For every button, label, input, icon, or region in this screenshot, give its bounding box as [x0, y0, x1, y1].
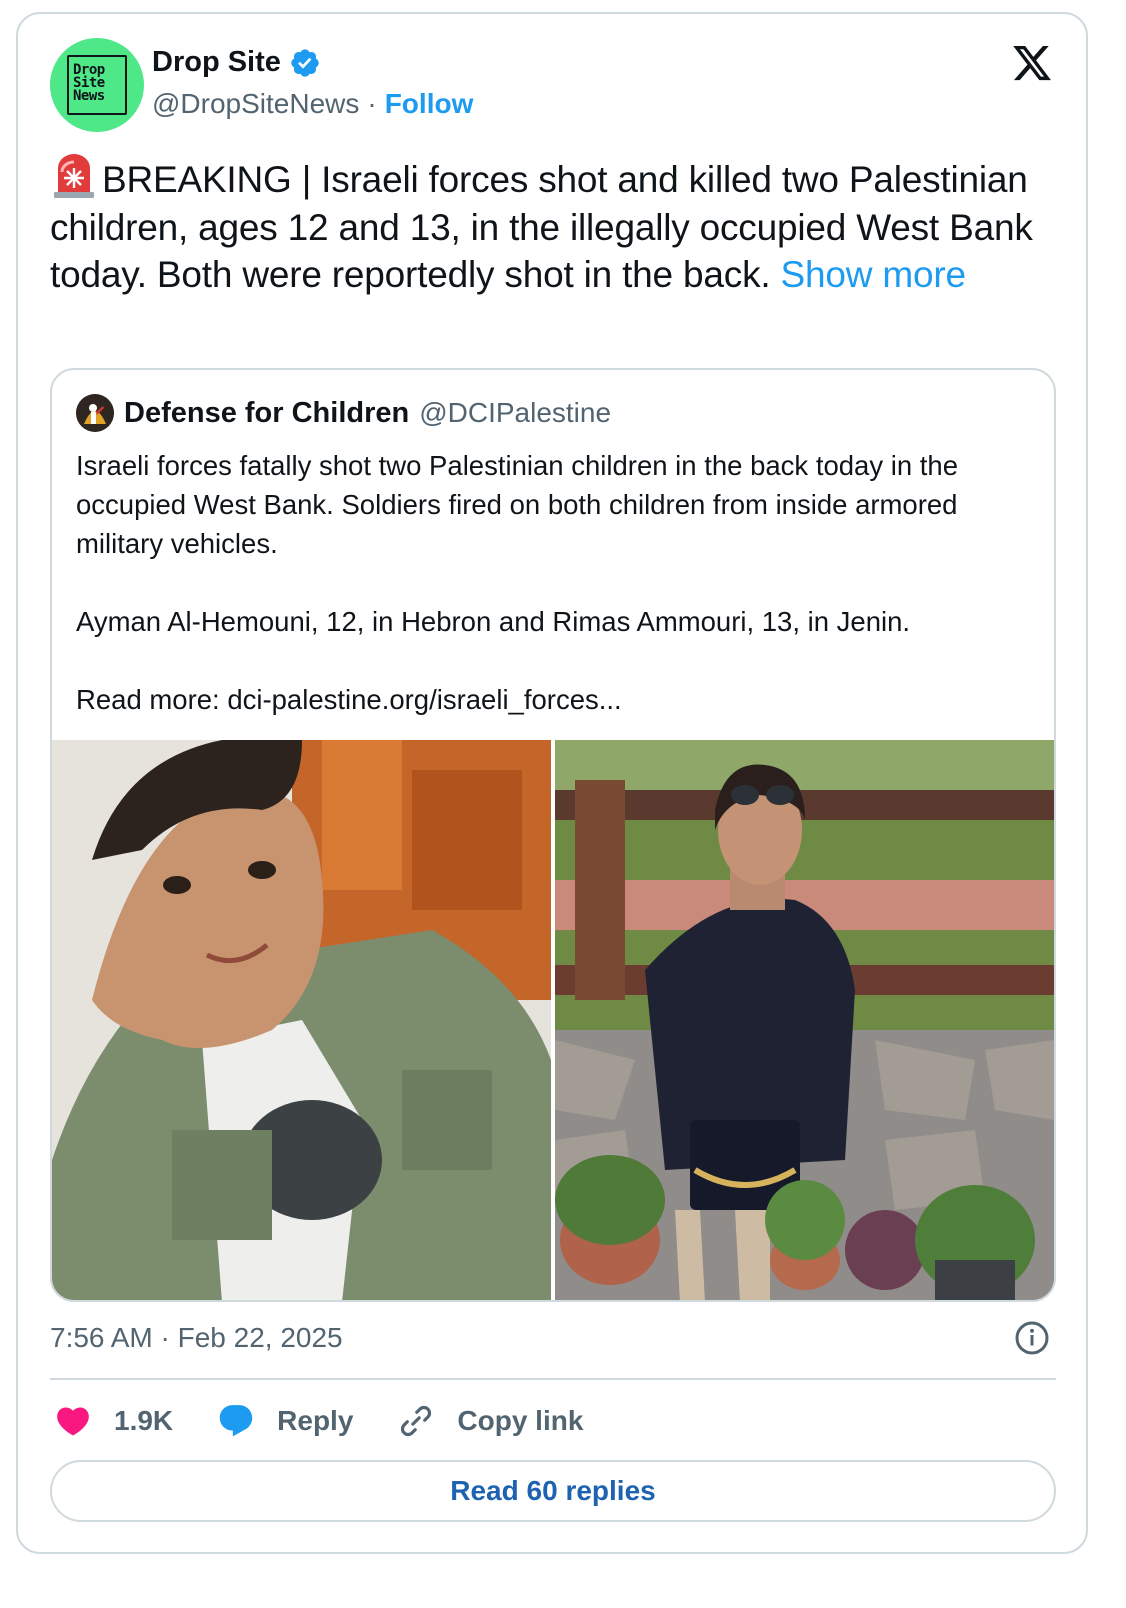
copy-link-button[interactable]: Copy link — [397, 1402, 583, 1440]
author-display-name[interactable]: Drop Site — [152, 46, 281, 79]
copy-link-label: Copy link — [457, 1405, 584, 1436]
tweet-card: Drop Site News Drop Site @DropSiteNews ·… — [16, 12, 1088, 1554]
police-light-emoji-icon — [54, 154, 94, 198]
like-count: 1.9K — [114, 1405, 174, 1436]
read-replies-button[interactable]: Read 60 replies — [50, 1460, 1056, 1522]
author-handle-row: @DropSiteNews · Follow — [152, 88, 473, 120]
quoted-tweet-text: Israeli forces fatally shot two Palestin… — [76, 450, 959, 715]
show-more-link[interactable]: Show more — [781, 254, 967, 295]
quoted-tweet[interactable]: Defense for Children @DCIPalestine Israe… — [50, 368, 1056, 1302]
reply-button[interactable]: Reply — [217, 1402, 353, 1440]
link-icon — [401, 1405, 432, 1437]
dci-logo-icon — [76, 394, 114, 432]
photo-girl[interactable] — [555, 740, 1054, 1300]
info-icon[interactable] — [1014, 1320, 1050, 1356]
like-button[interactable]: 1.9K — [54, 1402, 173, 1440]
quoted-tweet-header: Defense for Children @DCIPalestine — [76, 394, 611, 432]
author-handle[interactable]: @DropSiteNews — [152, 88, 359, 120]
tweet-text: BREAKING | Israeli forces shot and kille… — [50, 154, 1060, 299]
author-name-row: Drop Site — [152, 46, 321, 79]
photo-boy[interactable] — [52, 740, 551, 1300]
boy-portrait-image — [52, 740, 551, 1300]
quoted-author-avatar[interactable] — [76, 394, 114, 432]
tweet-timestamp[interactable]: 7:56 AM · Feb 22, 2025 — [50, 1322, 343, 1354]
speech-bubble-icon — [219, 1405, 253, 1437]
footer-divider — [50, 1378, 1056, 1380]
quoted-author-name: Defense for Children — [124, 396, 410, 429]
girl-portrait-image — [555, 740, 1054, 1300]
reply-label: Reply — [277, 1405, 354, 1436]
separator-dot: · — [367, 88, 377, 119]
follow-button[interactable]: Follow — [385, 88, 474, 120]
media-grid — [52, 740, 1054, 1300]
x-logo-icon[interactable] — [1010, 42, 1054, 84]
action-bar: 1.9K Reply Copy link — [54, 1396, 627, 1446]
verified-badge-icon — [291, 48, 319, 77]
heart-icon — [57, 1407, 89, 1436]
author-avatar[interactable]: Drop Site News — [50, 38, 144, 132]
drop-site-logo: Drop Site News — [67, 55, 127, 115]
quoted-author-handle: @DCIPalestine — [419, 397, 612, 428]
